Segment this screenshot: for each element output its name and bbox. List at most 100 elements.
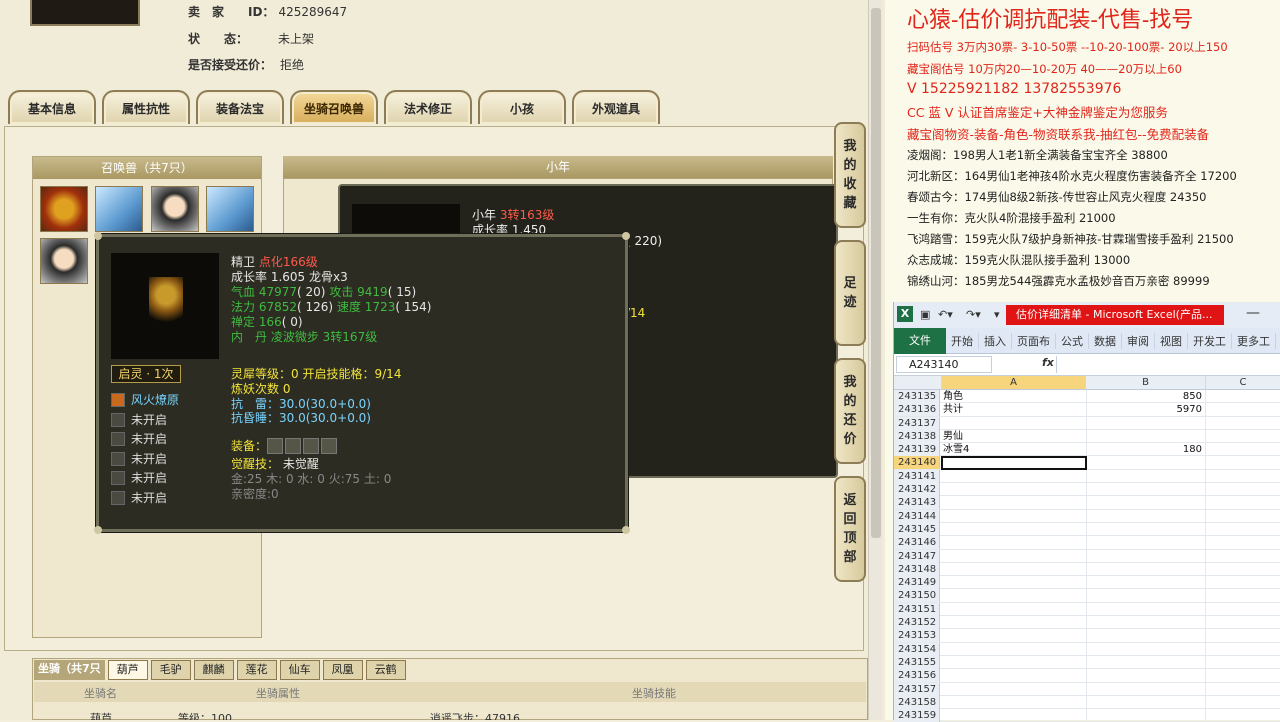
mount-tab-hulu[interactable]: 葫芦 <box>107 660 148 680</box>
ribbon-tab-data[interactable]: 数据 <box>1089 332 1122 349</box>
row-header[interactable]: 243144 <box>894 509 940 523</box>
tab-equipment[interactable]: 装备法宝 <box>196 90 284 124</box>
row-header[interactable]: 243153 <box>894 629 940 643</box>
tab-appearance[interactable]: 外观道具 <box>572 90 660 124</box>
sheet-row: 243141 <box>894 469 1280 484</box>
name-box[interactable]: A243140 <box>896 356 992 373</box>
row-header[interactable]: 243146 <box>894 536 940 550</box>
page-scrollbar-thumb[interactable] <box>871 8 881 538</box>
ribbon-tab-home[interactable]: 开始 <box>946 332 979 349</box>
cell-b[interactable]: 180 <box>1086 443 1202 456</box>
tab-basic-info[interactable]: 基本信息 <box>8 90 96 124</box>
excel-doc-title: 估价详细清单 - Microsoft Excel(产品... <box>1006 305 1224 325</box>
tab-spell-mods[interactable]: 法术修正 <box>384 90 472 124</box>
pet-icon-5[interactable] <box>40 238 88 284</box>
row-header[interactable]: 243138 <box>894 429 940 443</box>
sheet-row: 243150 <box>894 589 1280 603</box>
back-card-stat2: /14 <box>626 306 646 320</box>
tab-mounts-pets[interactable]: 坐骑召唤兽 <box>290 90 378 124</box>
customize-icon[interactable]: ▾ <box>994 308 1000 321</box>
mount-tab-lianhua[interactable]: 莲花 <box>236 660 277 680</box>
formula-input[interactable] <box>1056 356 1280 373</box>
row-header[interactable]: 243149 <box>894 576 940 590</box>
skill-slot-1[interactable]: 风火燎原 <box>111 391 221 409</box>
equip-slot[interactable] <box>303 438 320 454</box>
tab-attributes[interactable]: 属性抗性 <box>102 90 190 124</box>
row-header[interactable]: 243139 <box>894 443 940 457</box>
mount-tab-xianche[interactable]: 仙车 <box>279 660 320 680</box>
row-header[interactable]: 243158 <box>894 695 940 709</box>
cell-a[interactable]: 冰雪4 <box>943 443 969 456</box>
minimize-icon[interactable]: — <box>1246 305 1260 321</box>
cell-b[interactable]: 5970 <box>1086 403 1202 416</box>
ribbon-tab-formulas[interactable]: 公式 <box>1056 332 1089 349</box>
row-header[interactable]: 243154 <box>894 642 940 656</box>
ribbon-tab-layout[interactable]: 页面布 <box>1012 332 1056 349</box>
mount-tab-fenghuang[interactable]: 凤凰 <box>322 660 363 680</box>
row-header[interactable]: 243150 <box>894 589 940 603</box>
equip-slot[interactable] <box>267 438 284 454</box>
row-header[interactable]: 243137 <box>894 416 940 430</box>
cell-a[interactable]: 角色 <box>943 390 963 403</box>
save-icon[interactable]: ▣ <box>920 308 930 321</box>
mount-tab-maolv[interactable]: 毛驴 <box>150 660 191 680</box>
ribbon-tab-developer[interactable]: 开发工 <box>1188 332 1232 349</box>
active-cell[interactable] <box>941 456 1087 470</box>
row-header[interactable]: 243136 <box>894 403 940 417</box>
cell-b[interactable]: 850 <box>1086 390 1202 403</box>
mount-tab-qilin[interactable]: 麒麟 <box>193 660 234 680</box>
pet-icon-1[interactable] <box>40 186 88 232</box>
row-header[interactable]: 243148 <box>894 562 940 576</box>
pet-icon-3[interactable] <box>151 186 199 232</box>
skill-slot-4[interactable]: 未开启 <box>111 450 221 468</box>
sheet-row: 243146 <box>894 536 1280 550</box>
column-header-a[interactable]: A <box>942 376 1086 390</box>
tab-child[interactable]: 小孩 <box>478 90 566 124</box>
skill-slot-2[interactable]: 未开启 <box>111 411 221 429</box>
mount-tabs: 坐骑（共7只 葫芦 毛驴 麒麟 莲花 仙车 凤凰 云鹤 <box>34 660 406 680</box>
cell-a[interactable]: 共计 <box>943 403 963 416</box>
my-favorites-button[interactable]: 我的收藏 <box>834 122 866 228</box>
skill-slot-3[interactable]: 未开启 <box>111 430 221 448</box>
page-scrollbar[interactable] <box>868 0 882 720</box>
mount-row-skill: 逍遥飞步：47916 <box>430 712 520 720</box>
row-header[interactable]: 243135 <box>894 390 940 403</box>
row-header[interactable]: 243156 <box>894 669 940 683</box>
back-to-top-button[interactable]: 返回顶部 <box>834 476 866 582</box>
ad-line: 凌烟阁：198男人1老1新全满装备宝宝齐全 38800 <box>907 148 1168 162</box>
row-header[interactable]: 243147 <box>894 549 940 563</box>
ribbon-tab-review[interactable]: 审阅 <box>1122 332 1155 349</box>
select-all-corner[interactable] <box>894 376 942 390</box>
row-header[interactable]: 243145 <box>894 522 940 536</box>
row-header[interactable]: 243159 <box>894 709 940 722</box>
redo-icon[interactable]: ↷▾ <box>966 308 981 321</box>
row-header[interactable]: 243140 <box>894 456 940 470</box>
footprint-button[interactable]: 足迹 <box>834 240 866 346</box>
skill-slot-6[interactable]: 未开启 <box>111 489 221 507</box>
fx-icon[interactable]: fx <box>1042 356 1054 369</box>
column-header-c[interactable]: C <box>1206 376 1280 390</box>
seller-label: 卖 家 <box>188 5 225 19</box>
skill-slot-5[interactable]: 未开启 <box>111 469 221 487</box>
pet-icon-2[interactable] <box>95 186 143 232</box>
column-header-b[interactable]: B <box>1086 376 1206 390</box>
status-label: 状 态： <box>188 32 249 46</box>
row-header[interactable]: 243152 <box>894 616 940 630</box>
equip-slot[interactable] <box>321 438 338 454</box>
pet-icon-4[interactable] <box>206 186 254 232</box>
mount-tab-yunhe[interactable]: 云鹤 <box>365 660 406 680</box>
row-header[interactable]: 243151 <box>894 602 940 616</box>
row-header[interactable]: 243143 <box>894 496 940 510</box>
equip-slot[interactable] <box>285 438 302 454</box>
ribbon-tab-insert[interactable]: 插入 <box>979 332 1012 349</box>
ribbon-tab-more[interactable]: 更多工 <box>1232 332 1276 349</box>
file-tab[interactable]: 文件 <box>894 327 946 354</box>
row-header[interactable]: 243141 <box>894 469 940 483</box>
ribbon-tab-view[interactable]: 视图 <box>1155 332 1188 349</box>
cell-a[interactable]: 男仙 <box>943 430 963 443</box>
undo-icon[interactable]: ↶▾ <box>938 308 953 321</box>
row-header[interactable]: 243142 <box>894 483 940 497</box>
row-header[interactable]: 243157 <box>894 682 940 696</box>
my-offers-button[interactable]: 我的还价 <box>834 358 866 464</box>
row-header[interactable]: 243155 <box>894 655 940 669</box>
